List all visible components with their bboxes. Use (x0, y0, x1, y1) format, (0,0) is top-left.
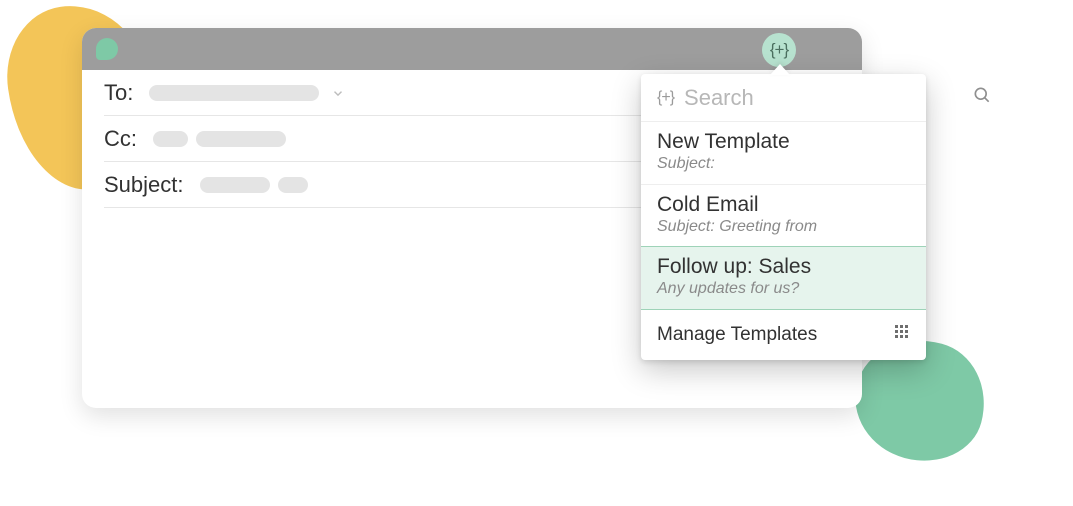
cc-value-placeholder-1 (153, 131, 188, 147)
template-title: New Template (657, 130, 910, 154)
template-item-new-template[interactable]: New Template Subject: (641, 122, 926, 185)
to-label: To: (104, 80, 133, 106)
template-subject: Subject: Greeting from (657, 218, 910, 236)
manage-templates-button[interactable]: Manage Templates (641, 310, 926, 360)
template-title: Cold Email (657, 193, 910, 217)
popover-caret (770, 64, 790, 75)
cc-label: Cc: (104, 126, 137, 152)
manage-templates-label: Manage Templates (657, 324, 817, 346)
template-search-input[interactable] (684, 85, 972, 111)
window-titlebar (82, 28, 862, 70)
subject-value-placeholder-1 (200, 177, 270, 193)
template-item-cold-email[interactable]: Cold Email Subject: Greeting from (641, 185, 926, 248)
to-value-placeholder (149, 85, 319, 101)
template-search-row: {+} (641, 74, 926, 122)
grid-icon (894, 324, 910, 346)
chevron-down-icon[interactable] (331, 86, 345, 100)
template-popover: {+} New Template Subject: Cold Email Sub… (641, 74, 926, 360)
template-title: Follow up: Sales (657, 255, 910, 279)
template-subject: Subject: (657, 155, 910, 173)
app-logo-icon (96, 38, 118, 60)
braces-plus-icon: {+} (657, 89, 674, 107)
template-subject: Any updates for us? (657, 280, 910, 298)
braces-plus-icon: {+} (770, 40, 788, 60)
subject-label: Subject: (104, 172, 184, 198)
subject-value-placeholder-2 (278, 177, 308, 193)
cc-value-placeholder-2 (196, 131, 286, 147)
insert-template-button[interactable]: {+} (762, 33, 796, 67)
search-icon (972, 85, 992, 110)
template-item-follow-up-sales[interactable]: Follow up: Sales Any updates for us? (641, 246, 926, 310)
